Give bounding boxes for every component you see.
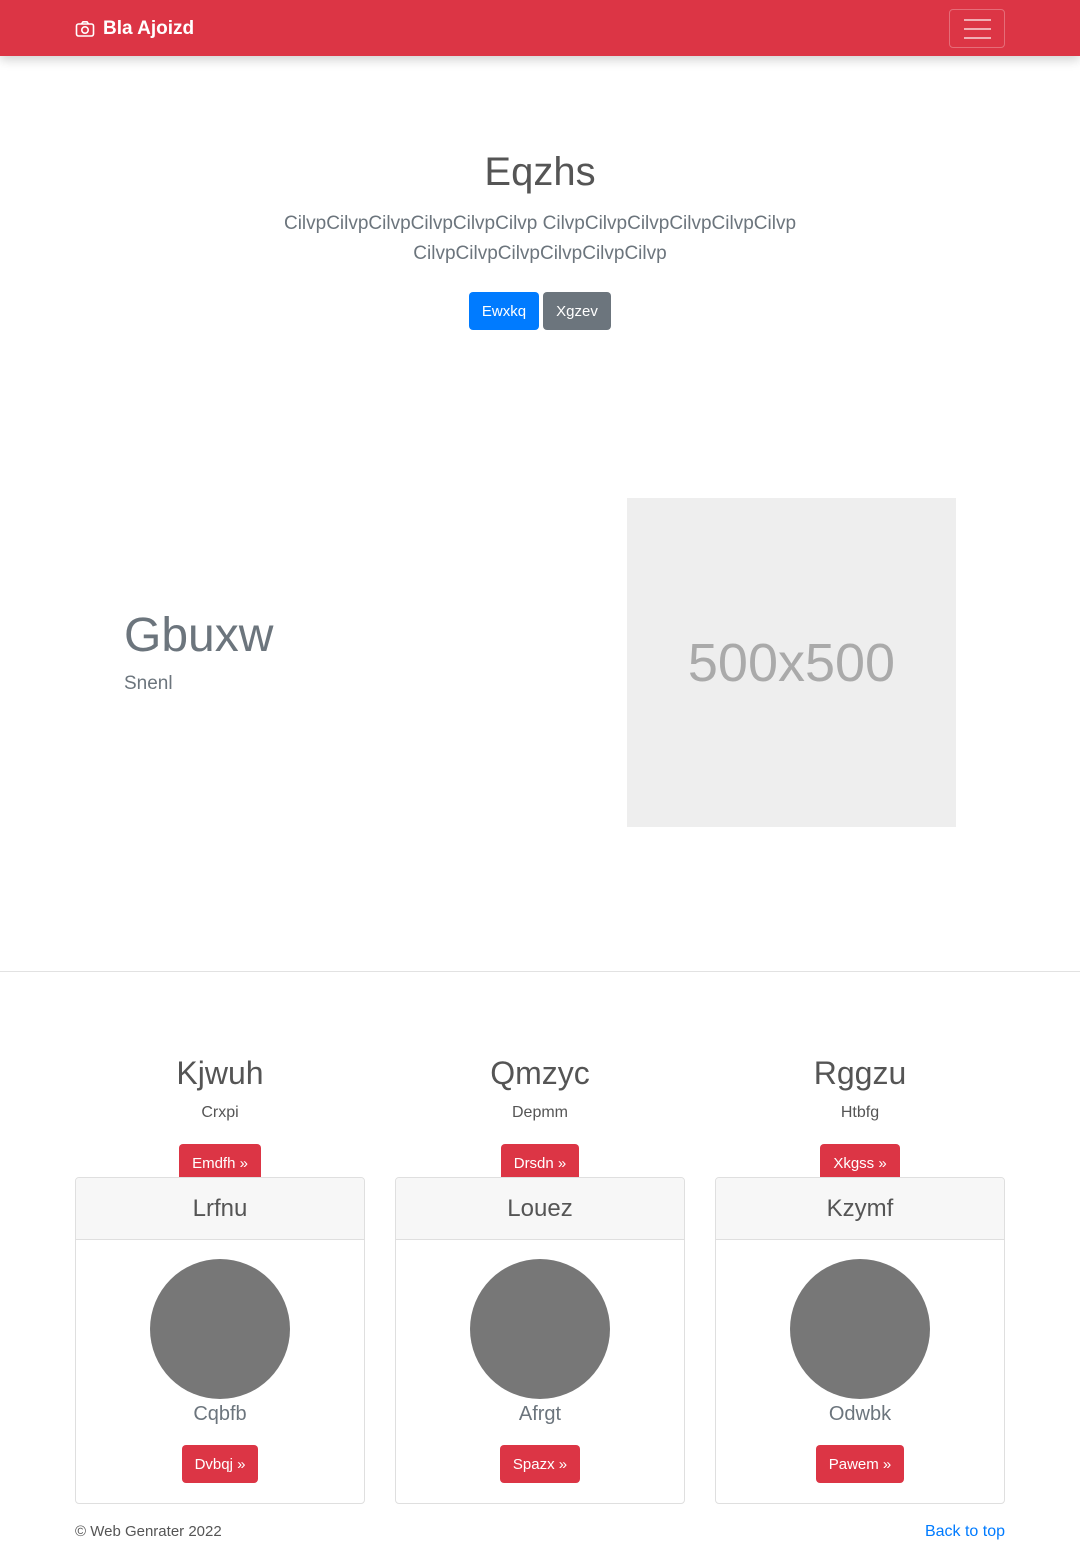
footer-copyright: © Web Genrater 2022: [75, 1523, 222, 1540]
primary-button[interactable]: Ewxkq: [469, 292, 539, 330]
column-text: Crxpi: [201, 1104, 239, 1121]
avatar: [790, 1259, 930, 1399]
card-header: Kzymf: [716, 1178, 1004, 1240]
column-1: Kjwuh Crxpi Emdfh »: [75, 1050, 365, 1182]
avatar: [150, 1259, 290, 1399]
navbar: Bla Ajoizd: [0, 0, 1080, 56]
profile-card: Louez Afrgt Spazx »: [395, 1177, 685, 1504]
placeholder-image-label: 500x500: [687, 632, 896, 693]
card-name: Afrgt: [518, 1403, 562, 1425]
profile-card: Kzymf Odwbk Pawem »: [715, 1177, 1005, 1504]
column-text: Htbfg: [840, 1104, 880, 1121]
hero-title: Eqzhs: [484, 150, 596, 194]
placeholder-image: 500x500: [627, 498, 956, 827]
secondary-button[interactable]: Xgzev: [543, 292, 611, 330]
card-button[interactable]: Dvbqj »: [181, 1445, 259, 1483]
column-3: Rggzu Htbfg Xkgss »: [715, 1050, 1005, 1182]
section-divider: [0, 971, 1080, 972]
card-header: Lrfnu: [76, 1178, 364, 1240]
card-header: Louez: [396, 1178, 684, 1240]
column-text: Depmm: [511, 1104, 568, 1121]
brand-link[interactable]: Bla Ajoizd: [75, 16, 194, 42]
hero-lead: CilvpCilvpCilvpCilvpCilvpCilvp CilvpCilv…: [283, 213, 797, 264]
card-button[interactable]: Pawem »: [815, 1445, 905, 1483]
hamburger-icon: [963, 18, 991, 21]
column-title: Kjwuh: [176, 1055, 264, 1091]
profile-card: Lrfnu Cqbfb Dvbqj »: [75, 1177, 365, 1504]
hero-buttons: Ewxkq Xgzev: [0, 292, 1080, 330]
column-title: Qmzyc: [490, 1055, 590, 1091]
avatar: [470, 1259, 610, 1399]
brand-name: Bla Ajoizd: [103, 18, 195, 39]
card-name: Cqbfb: [193, 1403, 247, 1425]
camera-icon: [75, 21, 95, 37]
feature-heading: Gbuxw: [124, 609, 274, 662]
navbar-toggler-button[interactable]: [949, 9, 1005, 48]
card-name: Odwbk: [828, 1403, 892, 1425]
column-2: Qmzyc Depmm Drsdn »: [395, 1050, 685, 1182]
card-button[interactable]: Spazx »: [499, 1445, 581, 1483]
column-title: Rggzu: [813, 1055, 907, 1091]
feature-subheading: Snenl: [124, 673, 173, 694]
back-to-top-link[interactable]: Back to top: [925, 1523, 1005, 1541]
